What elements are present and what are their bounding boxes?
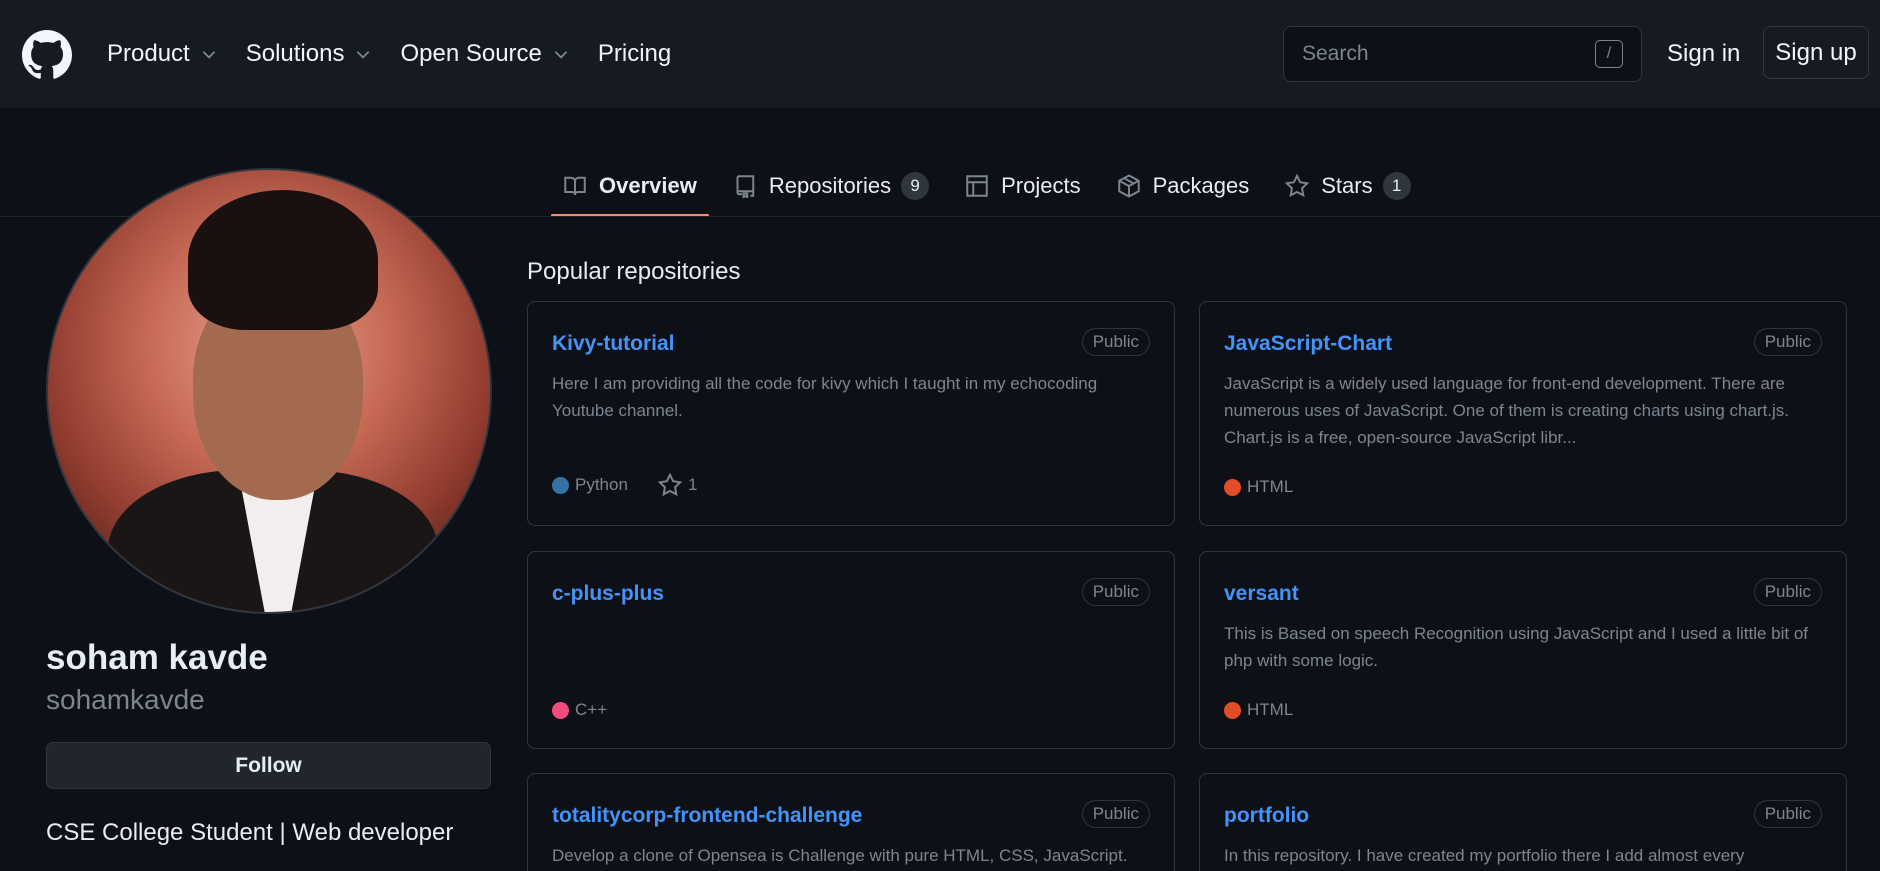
repo-card: Kivy-tutorial Public Here I am providing… bbox=[527, 301, 1175, 526]
profile-username: sohamkavde bbox=[46, 684, 205, 715]
language-color-dot bbox=[552, 701, 569, 719]
nav-product[interactable]: Product bbox=[107, 40, 218, 68]
nav-pricing-label: Pricing bbox=[597, 40, 672, 67]
tab-stars[interactable]: Stars 1 bbox=[1273, 156, 1422, 216]
profile-bio: CSE College Student | Web developer bbox=[46, 819, 454, 846]
repo-star-count: 1 bbox=[687, 475, 698, 494]
tab-stars-label: Stars bbox=[1321, 173, 1373, 198]
repo-meta: HTML bbox=[1224, 700, 1293, 720]
avatar[interactable] bbox=[46, 168, 492, 614]
nav-solutions-label: Solutions bbox=[245, 40, 345, 67]
repo-language: HTML bbox=[1247, 477, 1294, 496]
tab-overview[interactable]: Overview bbox=[551, 156, 709, 217]
repo-description: This is Based on speech Recognition usin… bbox=[1224, 624, 1809, 670]
repo-name-link[interactable]: totalitycorp-frontend-challenge bbox=[552, 804, 862, 828]
sign-in-link[interactable]: Sign in bbox=[1667, 40, 1740, 68]
repositories-count-badge: 9 bbox=[901, 172, 930, 200]
visibility-badge: Public bbox=[1081, 328, 1150, 356]
sign-up-button[interactable]: Sign up bbox=[1763, 26, 1869, 79]
nav-product-label: Product bbox=[107, 40, 190, 67]
visibility-badge: Public bbox=[1753, 578, 1822, 606]
avatar-hair bbox=[188, 190, 378, 330]
repo-language: C++ bbox=[575, 700, 608, 719]
chevron-down-icon bbox=[202, 51, 215, 59]
nav-open-source-label: Open Source bbox=[400, 40, 542, 67]
visibility-badge: Public bbox=[1081, 578, 1150, 606]
repo-language: HTML bbox=[1247, 700, 1294, 719]
visibility-badge: Public bbox=[1753, 800, 1822, 828]
tab-projects-label: Projects bbox=[1001, 173, 1081, 198]
stars-count-badge: 1 bbox=[1382, 172, 1411, 200]
repo-meta: HTML bbox=[1224, 477, 1293, 497]
search-input[interactable]: Search / bbox=[1283, 26, 1642, 82]
package-icon bbox=[1117, 174, 1140, 198]
repo-language: Python bbox=[575, 475, 628, 494]
language-color-dot bbox=[1224, 478, 1241, 496]
repo-meta: C++ bbox=[552, 700, 607, 720]
tab-overview-label: Overview bbox=[599, 173, 697, 198]
tab-packages-label: Packages bbox=[1152, 173, 1250, 198]
popular-repositories-title: Popular repositories bbox=[527, 258, 741, 285]
repo-description: Develop a clone of Opensea is Challenge … bbox=[552, 846, 1128, 865]
search-placeholder: Search bbox=[1302, 42, 1369, 65]
repo-name-link[interactable]: Kivy-tutorial bbox=[552, 332, 675, 356]
nav-solutions[interactable]: Solutions bbox=[246, 40, 373, 68]
book-icon bbox=[564, 176, 586, 196]
repo-icon bbox=[736, 175, 755, 198]
repo-name-link[interactable]: versant bbox=[1224, 582, 1299, 606]
repo-stars-link[interactable]: 1 bbox=[657, 473, 698, 497]
tab-repositories-label: Repositories bbox=[768, 173, 892, 198]
tab-projects[interactable]: Projects bbox=[953, 156, 1092, 216]
github-logo-icon[interactable] bbox=[22, 30, 72, 80]
star-icon bbox=[1285, 174, 1310, 198]
repo-description: In this repository. I have created my po… bbox=[1224, 846, 1745, 865]
visibility-badge: Public bbox=[1081, 800, 1150, 828]
chevron-down-icon bbox=[357, 51, 370, 59]
repo-name-link[interactable]: JavaScript-Chart bbox=[1224, 332, 1392, 356]
tab-packages[interactable]: Packages bbox=[1105, 156, 1262, 216]
repo-card: portfolio Public In this repository. I h… bbox=[1199, 773, 1847, 871]
repo-description: Here I am providing all the code for kiv… bbox=[552, 374, 1098, 420]
language-color-dot bbox=[1224, 701, 1241, 719]
profile-display-name: soham kavde bbox=[46, 638, 268, 677]
site-header: Product Solutions Open Source Pricing Se… bbox=[0, 0, 1880, 108]
repo-name-link[interactable]: c-plus-plus bbox=[552, 582, 664, 606]
tab-repositories[interactable]: Repositories 9 bbox=[721, 156, 941, 216]
repo-meta: Python 1 bbox=[552, 473, 697, 497]
table-icon bbox=[966, 175, 988, 197]
follow-button[interactable]: Follow bbox=[46, 742, 491, 789]
chevron-down-icon bbox=[554, 51, 568, 59]
language-color-dot bbox=[552, 476, 569, 494]
repo-card: JavaScript-Chart Public JavaScript is a … bbox=[1199, 301, 1847, 526]
repo-name-link[interactable]: portfolio bbox=[1224, 804, 1309, 828]
repo-card: totalitycorp-frontend-challenge Public D… bbox=[527, 773, 1175, 871]
search-shortcut-key: / bbox=[1595, 40, 1623, 68]
nav-open-source[interactable]: Open Source bbox=[400, 40, 569, 68]
repo-card: c-plus-plus Public C++ bbox=[527, 551, 1175, 749]
profile-tabs: Overview Repositories 9 Projects Package… bbox=[551, 156, 1435, 217]
star-icon bbox=[657, 473, 682, 497]
visibility-badge: Public bbox=[1753, 328, 1822, 356]
nav-pricing[interactable]: Pricing bbox=[598, 40, 671, 68]
repo-description: JavaScript is a widely used language for… bbox=[1224, 374, 1790, 447]
main-nav: Product Solutions Open Source Pricing bbox=[107, 0, 699, 108]
repo-card: versant Public This is Based on speech R… bbox=[1199, 551, 1847, 749]
